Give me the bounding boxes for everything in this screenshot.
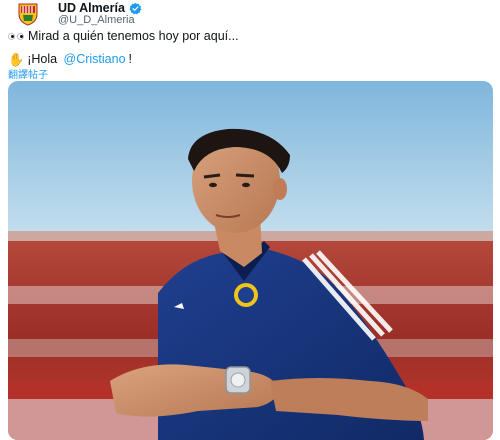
- author-handle[interactable]: @U_D_Almeria: [58, 14, 135, 26]
- eyes-emoji-icon: [8, 32, 24, 40]
- author-display-name[interactable]: UD Almería: [58, 1, 125, 15]
- tweet-header: UD Almería @U_D_Almeria: [8, 1, 488, 26]
- translate-post-link[interactable]: 翻譯帖子: [8, 66, 48, 81]
- waving-hand-emoji-icon: ✋: [8, 51, 25, 67]
- greeting-prefix: ¡Hola: [27, 52, 61, 66]
- player-photo-image: [8, 81, 493, 440]
- verified-badge-icon: [129, 2, 142, 14]
- tweet-photo[interactable]: [8, 81, 493, 440]
- tweet-text-line-1: Mirad a quién tenemos hoy por aquí...: [8, 29, 239, 43]
- tweet-text-line-2: ✋ ¡Hola @Cristiano!: [8, 52, 132, 66]
- greeting-suffix: !: [128, 52, 133, 66]
- mention-link[interactable]: @Cristiano: [64, 52, 126, 66]
- tweet-text: Mirad a quién tenemos hoy por aquí...: [28, 29, 239, 43]
- club-crest-icon[interactable]: [14, 2, 42, 26]
